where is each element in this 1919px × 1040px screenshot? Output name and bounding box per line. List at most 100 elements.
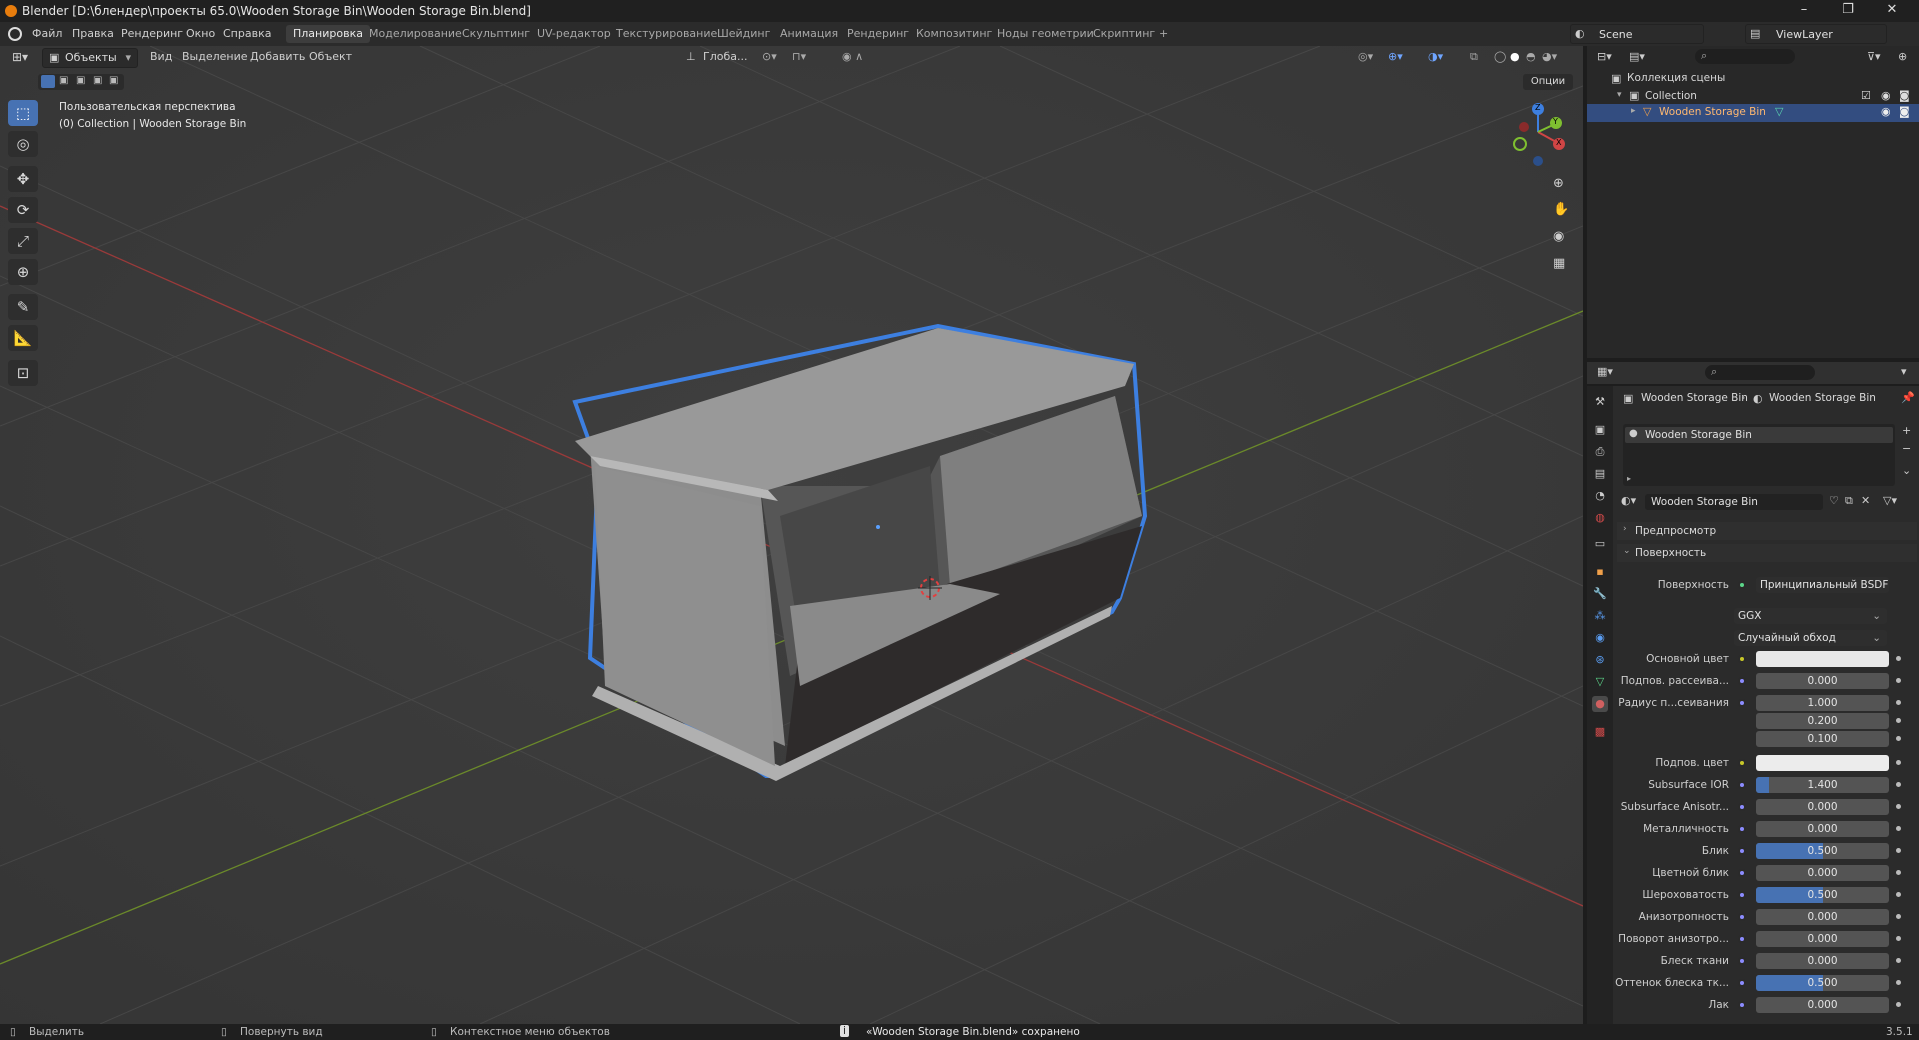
keyframe-icon[interactable] [1896, 980, 1901, 985]
blender-menu-icon[interactable] [8, 27, 22, 41]
particles-tab-icon[interactable]: ⁂ [1592, 608, 1608, 624]
view-layer-tab-icon[interactable]: ▤ [1592, 466, 1608, 482]
annotate-tool[interactable]: ✎ [8, 294, 38, 320]
socket-icon[interactable] [1738, 825, 1746, 833]
outliner-panel[interactable]: ⊟▾ ▤▾ ⌕ ⊽▾ ⊕ ▣ Коллекция сцены ▾ ▣ Colle… [1587, 46, 1919, 358]
socket-icon[interactable] [1738, 891, 1746, 899]
socket-icon[interactable] [1738, 869, 1746, 877]
outliner-object-row[interactable]: ▸ ▽ Wooden Storage Bin ▽ ◉ ◙ [1587, 104, 1919, 122]
tab-shading[interactable]: Шейдинг [710, 25, 777, 43]
surface-panel-header[interactable]: ⌄ Поверхность [1617, 544, 1917, 562]
3d-viewport[interactable] [0, 46, 1583, 1024]
number-field[interactable]: 0.000 [1756, 821, 1889, 837]
browse-material-icon[interactable]: ◐▾ [1621, 494, 1643, 510]
color-field[interactable] [1756, 755, 1889, 771]
socket-icon[interactable] [1738, 803, 1746, 811]
keyframe-icon[interactable] [1896, 804, 1901, 809]
measure-tool[interactable]: 📐 [8, 325, 38, 351]
select-new-icon[interactable] [41, 75, 55, 88]
properties-search-input[interactable]: ⌕ [1705, 365, 1815, 380]
pivot-icon[interactable]: ⊙▾ [762, 50, 777, 63]
menu-window[interactable]: Окно [186, 27, 215, 40]
exclude-checkbox-icon[interactable]: ☑ [1861, 89, 1871, 102]
keyframe-icon[interactable] [1896, 892, 1901, 897]
number-field[interactable]: 0.500 [1756, 887, 1889, 903]
menu-file[interactable]: Файл [32, 27, 62, 40]
link-type-icon[interactable]: ▽▾ [1883, 494, 1897, 507]
navigation-gizmo[interactable]: Z X Y [1508, 100, 1568, 170]
material-slot-list[interactable]: ● Wooden Storage Bin ▸ [1623, 424, 1895, 486]
move-tool[interactable]: ✥ [8, 166, 38, 192]
outliner-editor-icon[interactable]: ⊟▾ [1597, 50, 1612, 63]
socket-icon[interactable] [1738, 677, 1746, 685]
keyframe-icon[interactable] [1896, 958, 1901, 963]
socket-icon[interactable] [1738, 655, 1746, 663]
pin-icon[interactable]: 📌 [1901, 391, 1915, 404]
select-extend-icon[interactable]: ▣ [59, 75, 68, 86]
expand-chevron-icon[interactable]: ▾ [1617, 90, 1622, 100]
breadcrumb-object[interactable]: Wooden Storage Bin [1641, 392, 1748, 404]
xray-icon[interactable]: ⧉ [1470, 50, 1478, 64]
object-tab-icon[interactable]: ▪ [1592, 564, 1608, 580]
number-field[interactable]: 0.000 [1756, 931, 1889, 947]
properties-options-icon[interactable]: ▾ [1901, 365, 1907, 378]
number-field[interactable]: 0.000 [1756, 865, 1889, 881]
scale-tool[interactable]: ⤢ [8, 228, 38, 254]
distribution-select[interactable]: GGX ⌄ [1734, 608, 1887, 624]
number-field[interactable]: 0.500 [1756, 843, 1889, 859]
tab-uv-editing[interactable]: UV-редактор [530, 25, 618, 43]
properties-editor-icon[interactable]: ▦▾ [1597, 365, 1613, 378]
tab-rendering[interactable]: Рендеринг [840, 25, 916, 43]
menu-help[interactable]: Справка [223, 27, 271, 40]
remove-slot-icon[interactable]: − [1902, 442, 1911, 455]
world-tab-icon[interactable]: ◍ [1592, 510, 1608, 526]
tab-layout[interactable]: Планировка [286, 25, 370, 43]
transform-tool[interactable]: ⊕ [8, 259, 38, 285]
add-workspace-button[interactable]: + [1152, 25, 1175, 43]
display-mode-icon[interactable]: ▤▾ [1629, 50, 1645, 63]
unlink-material-icon[interactable]: ✕ [1861, 494, 1870, 507]
socket-icon[interactable] [1738, 957, 1746, 965]
number-field[interactable]: 0.100 [1756, 731, 1889, 747]
socket-icon[interactable] [1738, 781, 1746, 789]
keyframe-icon[interactable] [1896, 826, 1901, 831]
socket-icon[interactable] [1738, 1001, 1746, 1009]
duplicate-material-icon[interactable]: ⧉ [1845, 494, 1853, 508]
keyframe-icon[interactable] [1896, 718, 1901, 723]
fake-user-icon[interactable]: ♡ [1829, 494, 1839, 507]
keyframe-icon[interactable] [1896, 760, 1901, 765]
solid-shading-icon[interactable]: ● [1510, 50, 1520, 63]
number-field[interactable]: 0.500 [1756, 975, 1889, 991]
socket-icon[interactable] [1738, 847, 1746, 855]
select-box-tool[interactable]: ⬚ [8, 100, 38, 126]
keyframe-icon[interactable] [1896, 1002, 1901, 1007]
overlay-toggle-icon[interactable]: ◑▾ [1428, 50, 1443, 63]
keyframe-icon[interactable] [1896, 914, 1901, 919]
slot-menu-icon[interactable]: ⌄ [1902, 464, 1911, 477]
select-invert-icon[interactable]: ▣ [93, 75, 102, 86]
number-field[interactable]: 0.000 [1756, 799, 1889, 815]
collection-tab-icon[interactable]: ▭ [1592, 536, 1608, 552]
select-intersect-icon[interactable]: ▣ [109, 75, 118, 86]
select-menu[interactable]: Выделение [182, 50, 248, 63]
tab-sculpting[interactable]: Скульптинг [455, 25, 537, 43]
socket-icon[interactable] [1738, 979, 1746, 987]
keyframe-icon[interactable] [1896, 736, 1901, 741]
keyframe-icon[interactable] [1896, 678, 1901, 683]
camera-render-icon[interactable]: ◙ [1899, 105, 1910, 118]
expand-chevron-icon[interactable]: ▸ [1627, 474, 1631, 483]
select-subtract-icon[interactable]: ▣ [76, 75, 85, 86]
object-menu[interactable]: Объект [309, 50, 352, 63]
close-button[interactable]: ✕ [1870, 2, 1914, 20]
menu-render[interactable]: Рендеринг [121, 27, 183, 40]
rotate-tool[interactable]: ⟳ [8, 197, 38, 223]
menu-edit[interactable]: Правка [72, 27, 114, 40]
keyframe-icon[interactable] [1896, 656, 1901, 661]
maximize-button[interactable]: ❐ [1826, 2, 1870, 20]
modifier-tab-icon[interactable]: 🔧 [1592, 586, 1608, 602]
keyframe-icon[interactable] [1896, 782, 1901, 787]
preview-panel-header[interactable]: › Предпросмотр [1617, 522, 1917, 540]
camera-view-icon[interactable]: ◉ [1553, 229, 1564, 244]
socket-icon[interactable] [1738, 913, 1746, 921]
selection-mode-buttons[interactable]: ▣ ▣ ▣ ▣ [38, 74, 124, 90]
